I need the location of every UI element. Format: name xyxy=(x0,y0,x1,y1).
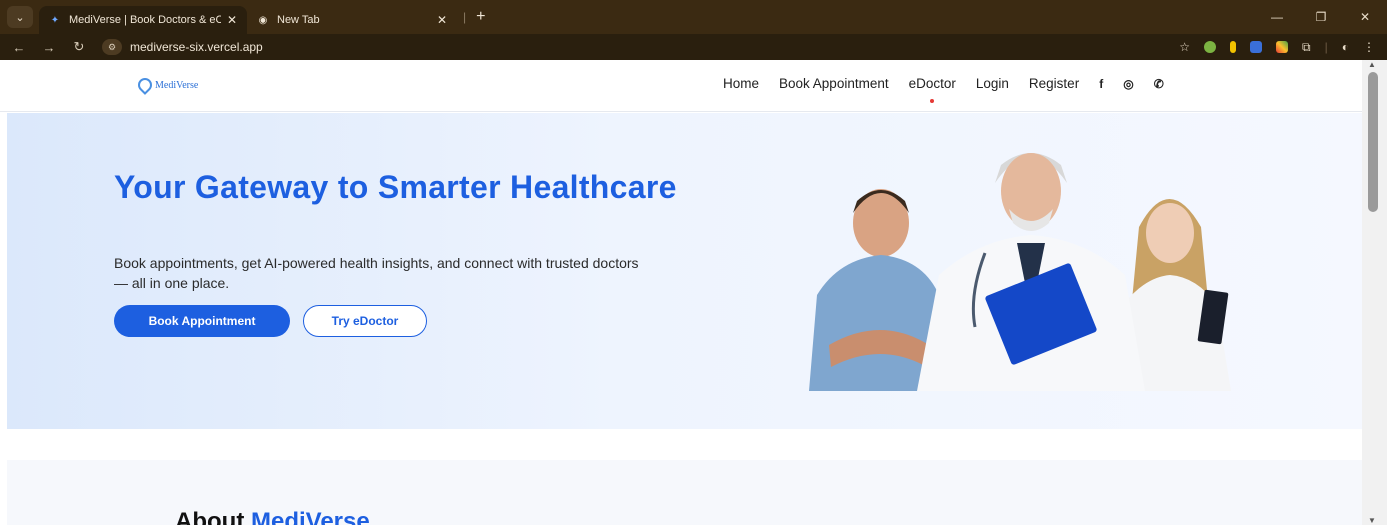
hero-subtitle: Book appointments, get AI-powered health… xyxy=(114,255,639,291)
instagram-icon[interactable]: ◎ xyxy=(1123,77,1133,91)
tab-new-tab[interactable]: ◉ New Tab ✕ xyxy=(247,6,457,34)
chevron-down-icon: ⌄ xyxy=(15,11,25,24)
close-icon[interactable]: ✕ xyxy=(437,13,447,27)
main-nav: Home Book Appointment eDoctor Login Regi… xyxy=(723,76,1164,91)
bookmark-star-icon[interactable]: ☆ xyxy=(1179,40,1190,54)
hero-title: Your Gateway to Smarter Healthcare xyxy=(114,169,677,205)
nav-login[interactable]: Login xyxy=(976,76,1009,91)
back-icon[interactable]: ← xyxy=(8,40,30,55)
extensions-puzzle-icon[interactable]: ⧉ xyxy=(1302,40,1311,55)
about-title: About MediVerse xyxy=(175,508,370,525)
about-section: About MediVerse xyxy=(7,460,1362,525)
about-title-brand: MediVerse xyxy=(250,508,370,525)
scrollbar-thumb[interactable] xyxy=(1368,72,1378,212)
about-title-prefix: About xyxy=(175,508,251,525)
minimize-icon[interactable]: — xyxy=(1255,10,1299,24)
new-tab-button[interactable]: + xyxy=(476,8,485,26)
extension-color-icon[interactable] xyxy=(1276,41,1289,53)
hero-section: Your Gateway to Smarter Healthcare Book … xyxy=(7,113,1362,429)
mediverse-logo-icon xyxy=(135,75,155,95)
browser-tabbar: ⌄ ✦ MediVerse | Book Doctors & eC ✕ ◉ Ne… xyxy=(0,0,1387,34)
menu-kebab-icon[interactable]: ⋮ xyxy=(1363,40,1375,54)
profile-avatar-icon[interactable]: ◐ xyxy=(1342,40,1349,54)
reload-icon[interactable]: ↻ xyxy=(68,39,90,55)
tab-title: New Tab xyxy=(277,14,320,26)
doctor-center xyxy=(917,153,1145,391)
logo-text: MediVerse xyxy=(155,79,199,91)
address-bar[interactable]: ⚙ mediverse-six.vercel.app xyxy=(102,37,1102,57)
nav-register[interactable]: Register xyxy=(1029,76,1079,91)
chrome-favicon-icon: ◉ xyxy=(258,14,268,26)
scroll-down-icon[interactable]: ▼ xyxy=(1368,516,1376,525)
tab-title: MediVerse | Book Doctors & eC xyxy=(69,14,221,26)
doctors-image xyxy=(809,153,1231,391)
facebook-icon[interactable]: f xyxy=(1099,77,1103,91)
whatsapp-icon[interactable]: ✆ xyxy=(1154,77,1164,91)
window-controls: — ❐ ✕ xyxy=(1255,0,1387,34)
extensions-area: ☆ ⧉ | ◐ ⋮ xyxy=(1179,34,1375,60)
book-appointment-button[interactable]: Book Appointment xyxy=(114,305,290,337)
tab-search-button[interactable]: ⌄ xyxy=(7,6,33,28)
extension-green-icon[interactable] xyxy=(1204,41,1217,53)
scroll-up-icon[interactable]: ▲ xyxy=(1368,60,1376,69)
site-info-icon[interactable]: ⚙ xyxy=(102,39,122,55)
tab-separator: | xyxy=(463,10,467,24)
site-logo[interactable]: MediVerse xyxy=(135,75,199,95)
page-scrollbar[interactable]: ▲ ▼ xyxy=(1362,60,1387,525)
url-text: mediverse-six.vercel.app xyxy=(130,40,263,54)
tab-mediverse[interactable]: ✦ MediVerse | Book Doctors & eC ✕ xyxy=(39,6,247,34)
toolbar-divider: | xyxy=(1324,40,1328,54)
restore-icon[interactable]: ❐ xyxy=(1299,10,1343,24)
site-header: MediVerse Home Book Appointment eDoctor … xyxy=(0,60,1362,112)
try-edoctor-button[interactable]: Try eDoctor xyxy=(303,305,427,337)
extension-blue-icon[interactable] xyxy=(1250,41,1263,53)
nav-home[interactable]: Home xyxy=(723,76,759,91)
nav-book-appointment[interactable]: Book Appointment xyxy=(779,76,889,91)
close-window-icon[interactable]: ✕ xyxy=(1343,10,1387,24)
forward-icon[interactable]: → xyxy=(38,40,60,55)
close-icon[interactable]: ✕ xyxy=(227,13,237,27)
mediverse-favicon-icon: ✦ xyxy=(50,14,60,26)
extension-yellow-icon[interactable] xyxy=(1230,41,1237,53)
page-viewport: MediVerse Home Book Appointment eDoctor … xyxy=(0,60,1362,525)
nav-edoctor[interactable]: eDoctor xyxy=(909,76,956,91)
